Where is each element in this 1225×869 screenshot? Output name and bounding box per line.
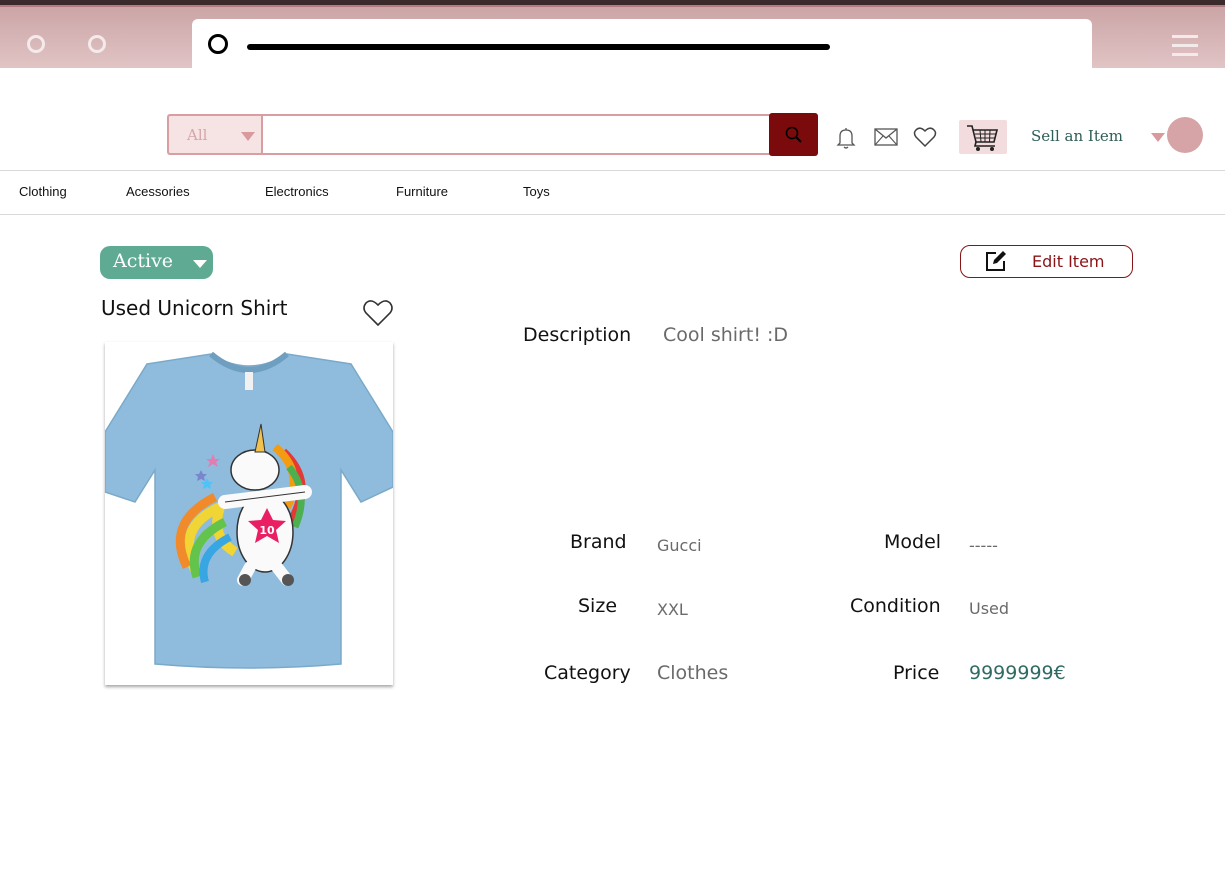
user-menu-chevron-icon[interactable] xyxy=(1151,133,1165,142)
header-divider xyxy=(0,170,1225,171)
size-label: Size xyxy=(578,595,618,617)
category-label: Category xyxy=(544,662,631,684)
condition-label: Condition xyxy=(850,595,941,617)
price-value: 9999999€ xyxy=(969,662,1066,684)
description-label: Description xyxy=(523,324,632,346)
nav-item-accessories[interactable]: Acessories xyxy=(126,184,190,199)
size-value: XXL xyxy=(657,600,688,619)
hamburger-menu-icon[interactable] xyxy=(1172,33,1198,59)
search-category-value: All xyxy=(187,126,208,144)
status-value: Active xyxy=(113,250,174,272)
mail-icon[interactable] xyxy=(874,128,898,146)
bell-icon[interactable] xyxy=(835,126,857,150)
chevron-down-icon xyxy=(193,260,207,268)
cart-button[interactable] xyxy=(959,120,1007,154)
chevron-down-icon xyxy=(241,132,255,141)
nav-item-electronics[interactable]: Electronics xyxy=(265,184,329,199)
model-label: Model xyxy=(884,531,942,553)
shirt-badge-number: 10 xyxy=(259,524,275,537)
description-value: Cool shirt! :D xyxy=(663,324,789,346)
edit-item-button[interactable]: Edit Item xyxy=(960,245,1133,278)
window-button-circle-2[interactable] xyxy=(88,35,106,53)
edit-item-label: Edit Item xyxy=(1032,252,1105,271)
search-icon xyxy=(785,126,802,143)
model-value: ----- xyxy=(969,536,998,555)
heart-icon[interactable] xyxy=(913,126,937,148)
brand-value: Gucci xyxy=(657,536,702,555)
category-value: Clothes xyxy=(657,662,729,684)
nav-item-clothing[interactable]: Clothing xyxy=(19,184,67,199)
window-button-circle-1[interactable] xyxy=(27,35,45,53)
cart-icon xyxy=(967,125,999,151)
item-title: Used Unicorn Shirt xyxy=(101,296,288,320)
address-circle-icon xyxy=(208,34,228,54)
search-category-select[interactable]: All xyxy=(167,114,263,155)
avatar[interactable] xyxy=(1167,117,1203,153)
browser-chrome xyxy=(0,0,1225,68)
search-input[interactable] xyxy=(263,114,770,155)
chrome-top-border-accent xyxy=(0,5,1225,7)
nav-item-furniture[interactable]: Furniture xyxy=(396,184,448,199)
address-url-placeholder xyxy=(247,44,830,50)
product-image[interactable]: 10 xyxy=(104,342,394,685)
nav-divider xyxy=(0,214,1225,215)
tshirt-image: 10 xyxy=(104,351,394,669)
search-button[interactable] xyxy=(769,113,818,156)
price-label: Price xyxy=(893,662,940,684)
status-dropdown[interactable]: Active xyxy=(100,246,213,279)
edit-icon xyxy=(986,251,1006,271)
favorite-heart-icon[interactable] xyxy=(362,298,394,328)
nav-item-toys[interactable]: Toys xyxy=(523,184,550,199)
sell-item-link[interactable]: Sell an Item xyxy=(1031,127,1123,145)
condition-value: Used xyxy=(969,599,1010,618)
address-bar[interactable] xyxy=(192,19,1092,68)
brand-label: Brand xyxy=(570,531,627,553)
